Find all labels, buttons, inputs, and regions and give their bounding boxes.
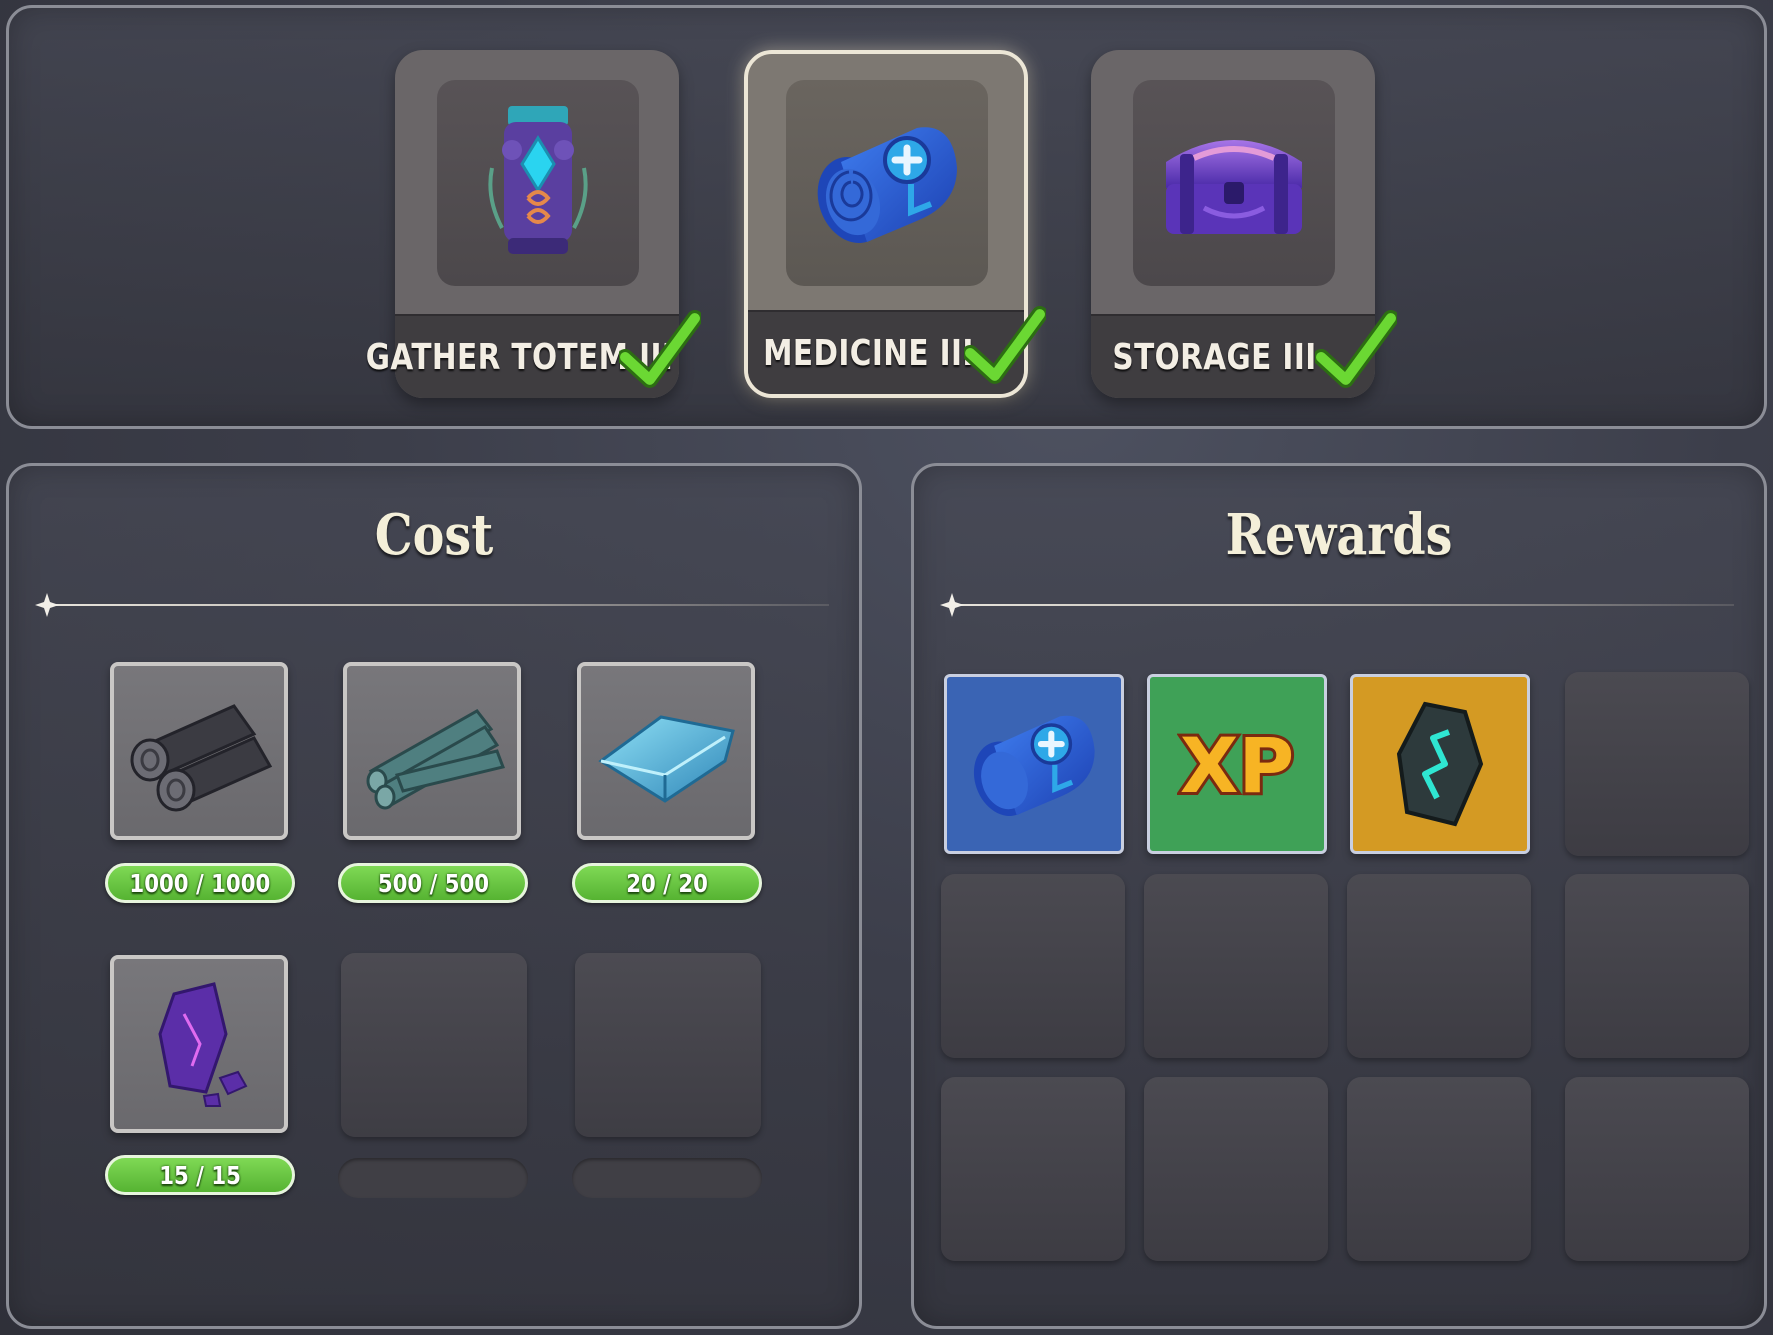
upgrade-panel: GATHER TOTEM III MEDICINE III STORAGE II… [6, 5, 1767, 429]
rewards-title: Rewards [1225, 502, 1453, 568]
rune-stone-icon [1396, 701, 1484, 827]
empty-reward-slot [1565, 1077, 1749, 1261]
empty-reward-slot [941, 1077, 1125, 1261]
empty-reward-slot [1144, 1077, 1328, 1261]
bandage-roll-icon [973, 715, 1095, 816]
cost-panel: Cost 1000 / 1000 500 / 500 20 / 20 15 / … [6, 463, 862, 1329]
xp-icon: XP [1177, 718, 1297, 813]
cost-amount: 20 / 20 [626, 868, 708, 898]
cost-divider [35, 593, 829, 617]
cost-item-crystal-ingot[interactable] [577, 662, 755, 840]
rewards-panel: Rewards XP [911, 463, 1767, 1329]
upgrade-card-storage[interactable]: STORAGE III [1091, 50, 1397, 398]
upgrade-label: MEDICINE III [762, 332, 974, 374]
reward-item-rune[interactable] [1350, 674, 1530, 854]
empty-cost-slot [575, 953, 761, 1137]
empty-reward-slot [1347, 1077, 1531, 1261]
totem-icon [437, 80, 639, 286]
rewards-divider [940, 593, 1734, 617]
empty-reward-slot [1144, 874, 1328, 1058]
upgrade-card-medicine[interactable]: MEDICINE III [744, 50, 1046, 398]
cost-amount: 500 / 500 [377, 868, 489, 898]
reward-item-medicine[interactable] [944, 674, 1124, 854]
upgrade-card-gather-totem[interactable]: GATHER TOTEM III [365, 50, 701, 398]
cost-item-teal-logs[interactable] [343, 662, 521, 840]
empty-reward-slot [1565, 672, 1749, 856]
bandage-roll-icon [786, 80, 988, 286]
purple-crystal-icon [158, 982, 248, 1107]
checkmark-icon [619, 310, 701, 388]
cost-item-dark-logs[interactable] [110, 662, 288, 840]
reward-item-xp[interactable]: XP [1147, 674, 1327, 854]
empty-reward-slot [941, 874, 1125, 1058]
cost-amount-pill: 20 / 20 [572, 863, 762, 903]
chest-icon [1133, 80, 1335, 286]
xp-text: XP [1180, 721, 1294, 810]
cost-amount: 15 / 15 [159, 1160, 241, 1190]
cost-amount-pill: 1000 / 1000 [105, 863, 295, 903]
teal-logs-icon [366, 709, 506, 810]
cost-title: Cost [374, 502, 494, 568]
empty-amount-pill [338, 1158, 528, 1198]
checkmark-icon [964, 306, 1046, 384]
empty-reward-slot [1565, 874, 1749, 1058]
empty-reward-slot [1347, 874, 1531, 1058]
crystal-ingot-icon [598, 715, 735, 803]
cost-amount-pill: 500 / 500 [338, 863, 528, 903]
empty-cost-slot [341, 953, 527, 1137]
cost-amount: 1000 / 1000 [129, 868, 271, 898]
sparkle-icon [35, 593, 59, 617]
checkmark-icon [1315, 310, 1397, 388]
cost-item-purple-crystal[interactable] [110, 955, 288, 1133]
upgrade-label: STORAGE III [1112, 336, 1318, 378]
sparkle-icon [940, 593, 964, 617]
empty-amount-pill [572, 1158, 762, 1198]
cost-amount-pill: 15 / 15 [105, 1155, 295, 1195]
dark-logs-icon [130, 704, 273, 812]
